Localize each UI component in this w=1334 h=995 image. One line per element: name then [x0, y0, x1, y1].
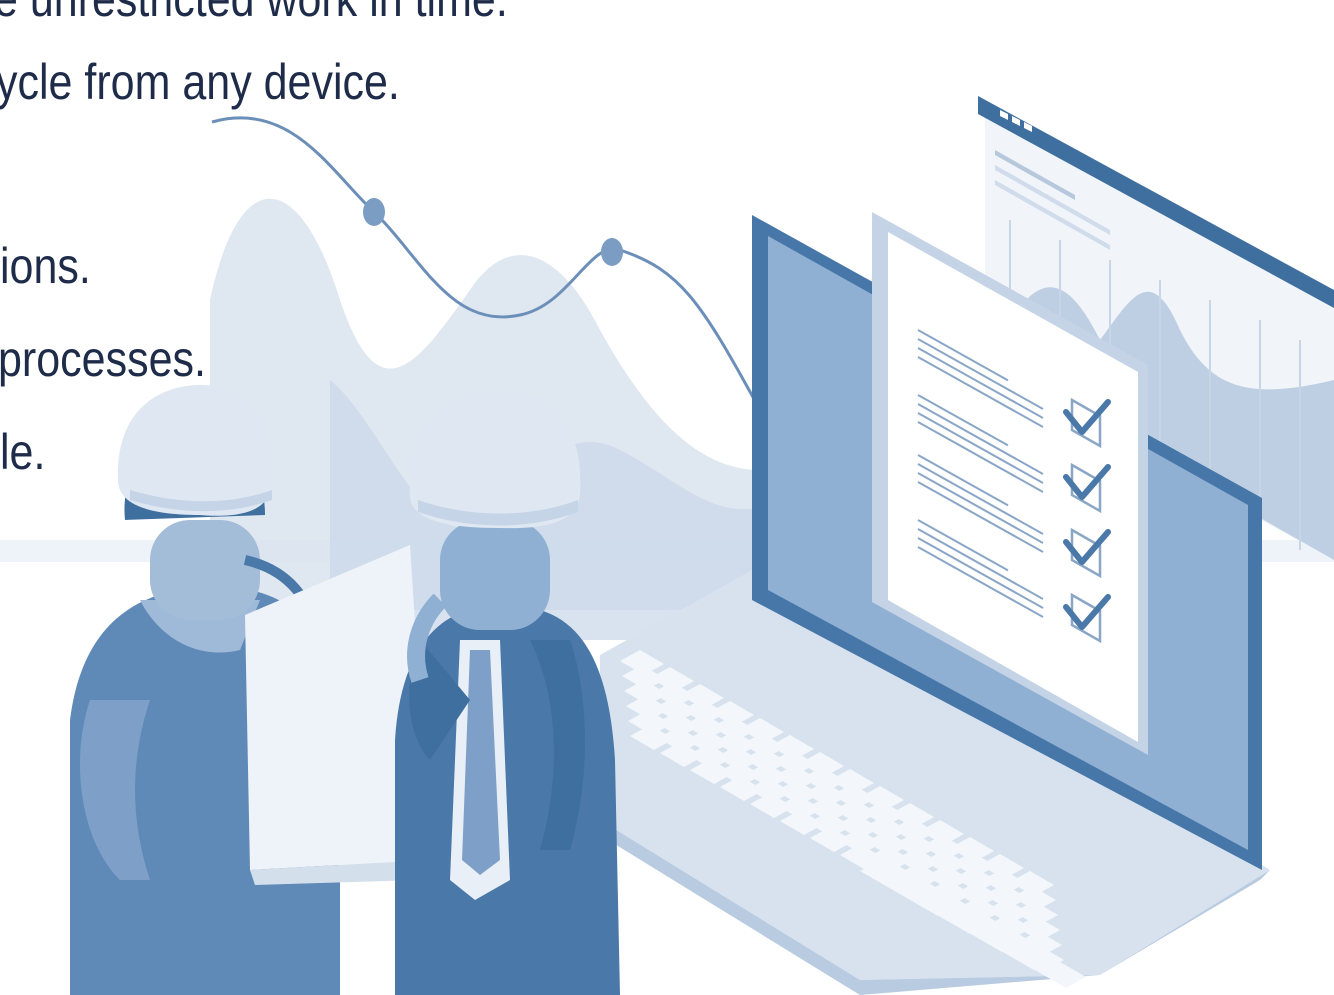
workers-laptop-illustration: [0, 96, 1334, 995]
